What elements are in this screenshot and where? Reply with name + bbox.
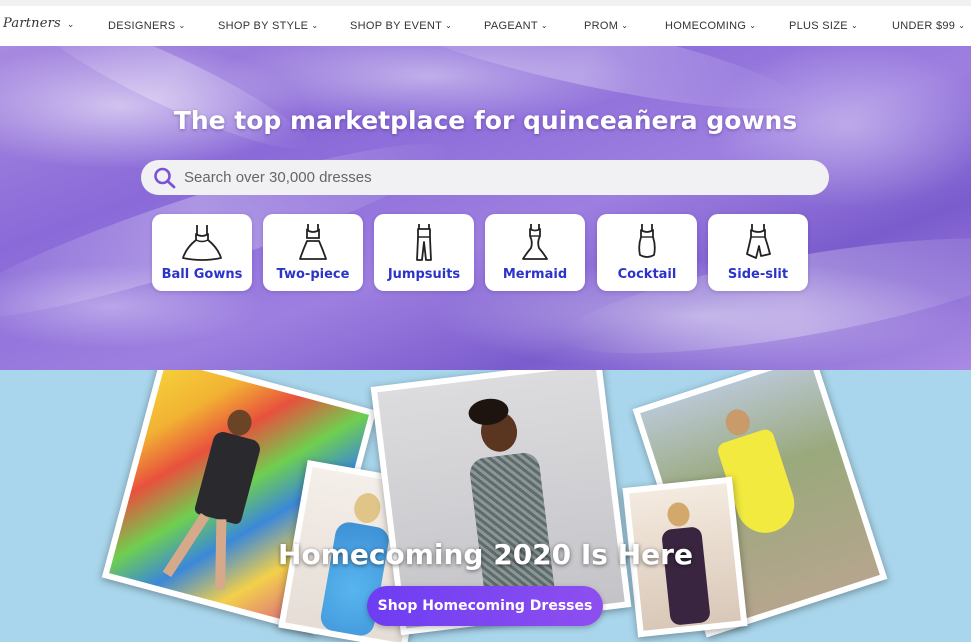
nav-item-shop-by-event[interactable]: SHOP BY EVENT ⌄ [350, 20, 452, 32]
search-bar[interactable]: Search over 30,000 dresses [141, 160, 829, 195]
top-nav: Partners ⌄ DESIGNERS ⌄ SHOP BY STYLE ⌄ SHOP… [0, 0, 971, 46]
nav-label: UNDER $99 [892, 20, 956, 32]
category-label: Ball Gowns [161, 267, 243, 282]
nav-label: DESIGNERS [108, 20, 176, 32]
side-slit-icon [746, 224, 771, 259]
homecoming-promo[interactable]: Homecoming 2020 Is Here Shop Homecoming … [0, 370, 971, 642]
nav-label: SHOP BY EVENT [350, 20, 443, 32]
category-two-piece[interactable]: Two-piece [263, 214, 363, 291]
search-placeholder: Search over 30,000 dresses [184, 169, 372, 186]
nav-label: PAGEANT [484, 20, 538, 32]
category-label: Two-piece [276, 267, 350, 282]
nav-label: HOMECOMING [665, 20, 747, 32]
hero-title: The top marketplace for quinceañera gown… [173, 106, 798, 135]
nav-label: PLUS SIZE [789, 20, 848, 32]
chevron-down-icon: ⌄ [958, 21, 966, 30]
jumpsuit-icon [416, 224, 432, 261]
category-label: Cocktail [617, 267, 677, 282]
nav-item-homecoming[interactable]: HOMECOMING ⌄ [665, 20, 756, 32]
partners-logo: Partners [3, 16, 61, 31]
category-cocktail[interactable]: Cocktail [597, 214, 697, 291]
shop-homecoming-button[interactable]: Shop Homecoming Dresses [367, 586, 603, 626]
chevron-down-icon: ⌄ [445, 21, 453, 30]
search-icon [153, 167, 177, 193]
nav-item-pageant[interactable]: PAGEANT ⌄ [484, 20, 548, 32]
model-dress [193, 429, 263, 526]
category-side-slit[interactable]: Side-slit [708, 214, 808, 291]
category-label: Mermaid [502, 267, 568, 282]
nav-item-under-99[interactable]: UNDER $99 ⌄ [892, 20, 965, 32]
mermaid-icon [522, 224, 548, 260]
nav-label: SHOP BY STYLE [218, 20, 309, 32]
partners-menu[interactable]: Partners ⌄ [3, 16, 75, 31]
chevron-down-icon: ⌄ [749, 21, 757, 30]
category-label: Side-slit [727, 267, 789, 282]
nav-item-designers[interactable]: DESIGNERS ⌄ [108, 20, 186, 32]
category-mermaid[interactable]: Mermaid [485, 214, 585, 291]
model-head [351, 491, 383, 526]
category-jumpsuits[interactable]: Jumpsuits [374, 214, 474, 291]
ball-gown-icon [182, 225, 222, 261]
chevron-down-icon: ⌄ [621, 21, 629, 30]
chevron-down-icon: ⌄ [311, 21, 319, 30]
nav-item-plus-size[interactable]: PLUS SIZE ⌄ [789, 20, 858, 32]
hero-banner: The top marketplace for quinceañera gown… [0, 46, 971, 370]
nav-item-shop-by-style[interactable]: SHOP BY STYLE ⌄ [218, 20, 318, 32]
category-ball-gowns[interactable]: Ball Gowns [152, 214, 252, 291]
model-head [666, 501, 691, 528]
cocktail-icon [638, 224, 656, 258]
nav-label: PROM [584, 20, 619, 32]
chevron-down-icon: ⌄ [178, 21, 186, 30]
chevron-down-icon: ⌄ [66, 20, 75, 30]
chevron-down-icon: ⌄ [540, 21, 548, 30]
nav-item-prom[interactable]: PROM ⌄ [584, 20, 628, 32]
promo-heading: Homecoming 2020 Is Here [278, 538, 693, 571]
chevron-down-icon: ⌄ [850, 21, 858, 30]
category-label: Jumpsuits [387, 267, 461, 282]
two-piece-icon [299, 224, 327, 260]
